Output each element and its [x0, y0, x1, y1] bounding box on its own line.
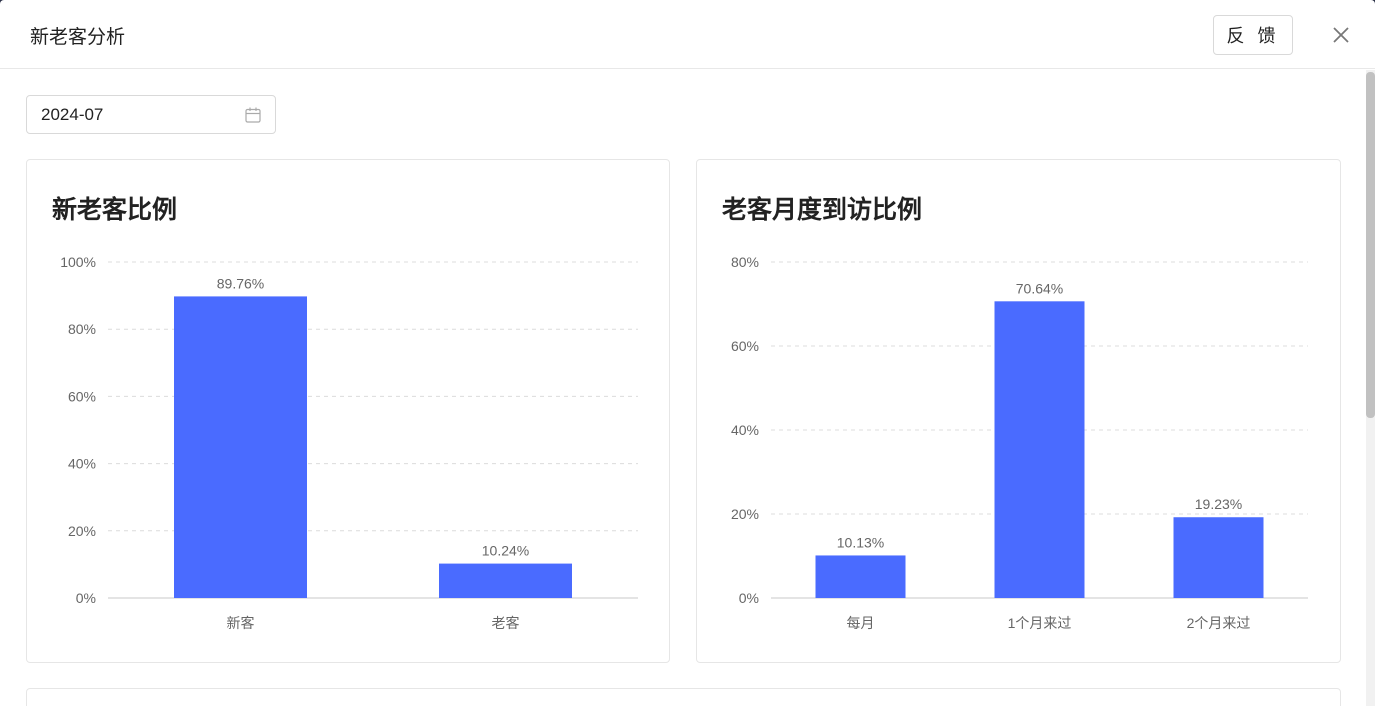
next-card	[26, 688, 1341, 706]
y-tick-label: 60%	[68, 388, 96, 404]
bar-value-label: 89.76%	[217, 275, 264, 291]
bar	[815, 555, 906, 598]
y-tick-label: 40%	[68, 456, 96, 472]
bar-value-label: 10.13%	[837, 534, 884, 550]
scrollbar-thumb[interactable]	[1366, 72, 1375, 418]
y-tick-label: 100%	[60, 254, 96, 270]
y-tick-label: 0%	[76, 590, 96, 606]
bar	[994, 301, 1085, 598]
new-old-customer-dialog: 新老客分析 反 馈 2024-07 新老客比例 0% 20% 40% 60% 80% 10…	[0, 0, 1375, 706]
dialog-header: 新老客分析 反 馈	[0, 0, 1375, 69]
new-old-ratio-chart: 0% 20% 40% 60% 80% 100% 89.76% 新客 10.24% 老客	[60, 254, 638, 631]
y-tick-label: 40%	[731, 422, 759, 438]
dialog-body: 2024-07 新老客比例 0% 20% 40% 60% 80% 100% 89.76% 新客…	[0, 70, 1366, 706]
close-icon[interactable]	[1330, 24, 1352, 46]
y-tick-label: 20%	[731, 506, 759, 522]
x-tick-label: 老客	[492, 615, 520, 631]
feedback-button[interactable]: 反 馈	[1213, 15, 1293, 55]
month-picker[interactable]: 2024-07	[26, 95, 276, 134]
y-tick-label: 20%	[68, 523, 96, 539]
dialog-title: 新老客分析	[30, 27, 126, 48]
bar	[174, 296, 307, 598]
bar	[1173, 517, 1264, 598]
y-tick-label: 0%	[739, 590, 759, 606]
bar-value-label: 10.24%	[482, 543, 529, 559]
y-tick-label: 80%	[731, 254, 759, 270]
x-tick-label: 新客	[227, 615, 255, 631]
x-tick-label: 每月	[847, 615, 875, 631]
y-tick-label: 80%	[68, 321, 96, 337]
calendar-icon	[245, 107, 261, 123]
x-tick-label: 2个月来过	[1187, 615, 1251, 631]
repeat-visit-ratio-chart: 0% 20% 40% 60% 80% 10.13% 每月 70.64% 1个月来过 19.23% 2…	[731, 254, 1308, 631]
y-tick-label: 60%	[731, 338, 759, 354]
repeat-visit-ratio-card: 老客月度到访比例 0% 20% 40% 60% 80% 10.13% 每月 70.64% 1个月…	[696, 159, 1341, 663]
month-picker-value: 2024-07	[41, 105, 104, 124]
bar-value-label: 19.23%	[1195, 496, 1242, 512]
bar	[439, 563, 572, 598]
x-tick-label: 1个月来过	[1008, 615, 1072, 631]
bar-value-label: 70.64%	[1016, 280, 1063, 296]
new-old-ratio-card: 新老客比例 0% 20% 40% 60% 80% 100% 89.76% 新客 10.24% 老客	[26, 159, 670, 663]
